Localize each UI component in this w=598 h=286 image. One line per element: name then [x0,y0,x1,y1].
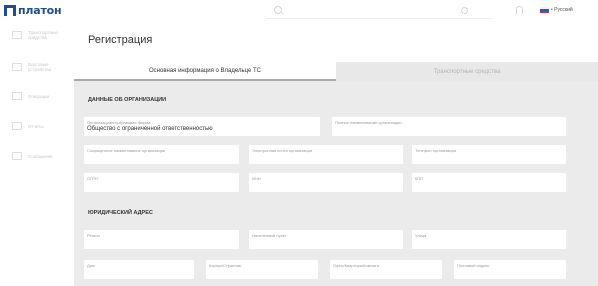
top-bar: платон • Русский [0,0,598,22]
language-label: • Русский [551,7,573,13]
field-label: Полное наименование организации [335,120,402,125]
field-label: ОГРН [87,176,98,181]
phone-field[interactable]: Телефон организации [412,145,566,164]
field-label: Организационно-правовая форма [87,120,151,125]
sidebar: Транспортные средства Бортовые устройств… [0,22,74,286]
clock-icon[interactable] [461,7,468,14]
tab-vehicles[interactable]: Транспортные средства [336,62,598,81]
language-selector[interactable]: • Русский [540,5,573,15]
search-icon [274,6,282,14]
locality-field[interactable]: Населенный пункт [249,230,403,249]
org-section-heading: ДАННЫЕ ОБ ОРГАНИЗАЦИИ [88,97,167,103]
message-icon [12,152,22,160]
sidebar-item-label: Отчеты [28,123,44,129]
region-field[interactable]: Регион [84,230,239,249]
field-value: Общество с ограниченной ответственностью [87,126,213,132]
device-icon [12,63,22,71]
sidebar-item-vehicles[interactable]: Транспортные средства [12,28,68,42]
field-label: Офис/Квартира/Комната [333,263,379,268]
postcode-field[interactable]: Почтовый индекс [454,260,566,279]
office-field[interactable]: Офис/Квартира/Комната [330,260,442,279]
logo-text: платон [18,3,62,17]
field-label: КПП [415,176,424,181]
street-field[interactable]: Улица [412,230,566,249]
kpp-field[interactable]: КПП [412,173,566,192]
sidebar-item-messages[interactable]: Сообщения [12,149,68,163]
field-label: Почтовый индекс [457,263,490,268]
field-label: Улица [415,233,427,238]
field-label: Электронная почта организации [252,148,313,153]
sidebar-item-reports[interactable]: Отчеты [12,119,68,133]
sidebar-item-label: Бортовые устройства [28,62,52,72]
field-label: Регион [87,233,100,238]
page-header: Регистрация [74,22,598,62]
field-label: ИНН [252,176,261,181]
platon-logo[interactable]: платон [4,3,62,17]
sidebar-item-devices[interactable]: Бортовые устройства [12,60,68,74]
ogrn-field[interactable]: ОГРН [84,173,239,192]
wallet-icon [12,92,22,100]
search-input[interactable] [266,2,492,19]
field-label: Телефон организации [415,148,457,153]
field-label: Корпус/Строение [209,263,242,268]
sidebar-item-label: Операции [28,93,50,99]
email-field[interactable]: Электронная почта организации [249,145,403,164]
legal-form-field[interactable]: Организационно-правовая форма Общество с… [84,117,320,136]
page-title: Регистрация [88,34,153,46]
short-name-field[interactable]: Сокращенное наименование организации [84,145,239,164]
tab-bar: Основная информация о Владельце ТС Транс… [74,62,598,81]
sidebar-item-label: Сообщения [28,153,53,159]
sidebar-item-operations[interactable]: Операции [12,89,68,103]
report-icon [12,122,22,130]
bell-icon[interactable] [516,6,523,14]
sidebar-item-label: Транспортные средства [28,30,58,40]
address-section-heading: ЮРИДИЧЕСКИЙ АДРЕС [88,210,153,216]
full-name-field[interactable]: Полное наименование организации [332,117,566,136]
tab-owner-info[interactable]: Основная информация о Владельце ТС [74,62,336,81]
inn-field[interactable]: ИНН [249,173,403,192]
main-content: Регистрация Основная информация о Владел… [74,22,598,286]
field-label: Дом [87,263,95,268]
field-label: Населенный пункт [252,233,287,238]
truck-icon [12,31,22,39]
russia-flag-icon [540,7,549,13]
house-field[interactable]: Дом [84,260,194,279]
building-field[interactable]: Корпус/Строение [206,260,318,279]
logo-icon [4,4,16,16]
field-label: Сокращенное наименование организации [87,148,166,153]
